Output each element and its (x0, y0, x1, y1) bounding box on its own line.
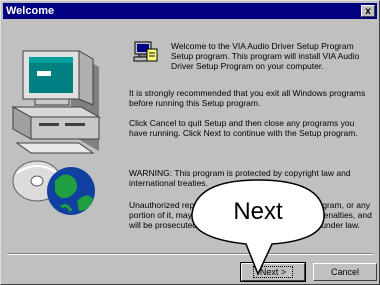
intro-text: Welcome to the VIA Audio Driver Setup Pr… (171, 41, 360, 71)
setup-icon (133, 41, 158, 62)
window-title: Welcome (6, 5, 55, 17)
title-bar: Welcome x (3, 3, 377, 19)
computer-icon (11, 50, 101, 215)
next-button[interactable]: Next > (240, 262, 306, 282)
close-button[interactable]: x (361, 5, 375, 17)
recommend-text: It is strongly recommended that you exit… (129, 88, 366, 108)
close-icon: x (365, 6, 371, 17)
warning-text: WARNING: This program is protected by co… (129, 168, 351, 188)
next-button-label: Next > (252, 266, 294, 278)
setup-dialog: Welcome x Welcome to the VIA Audio Drive… (0, 0, 380, 285)
button-divider (7, 253, 373, 255)
cancel-button[interactable]: Cancel (313, 263, 377, 281)
cancel-note-text: Click Cancel to quit Setup and then clos… (129, 118, 358, 138)
callout-label: Next (233, 198, 283, 225)
